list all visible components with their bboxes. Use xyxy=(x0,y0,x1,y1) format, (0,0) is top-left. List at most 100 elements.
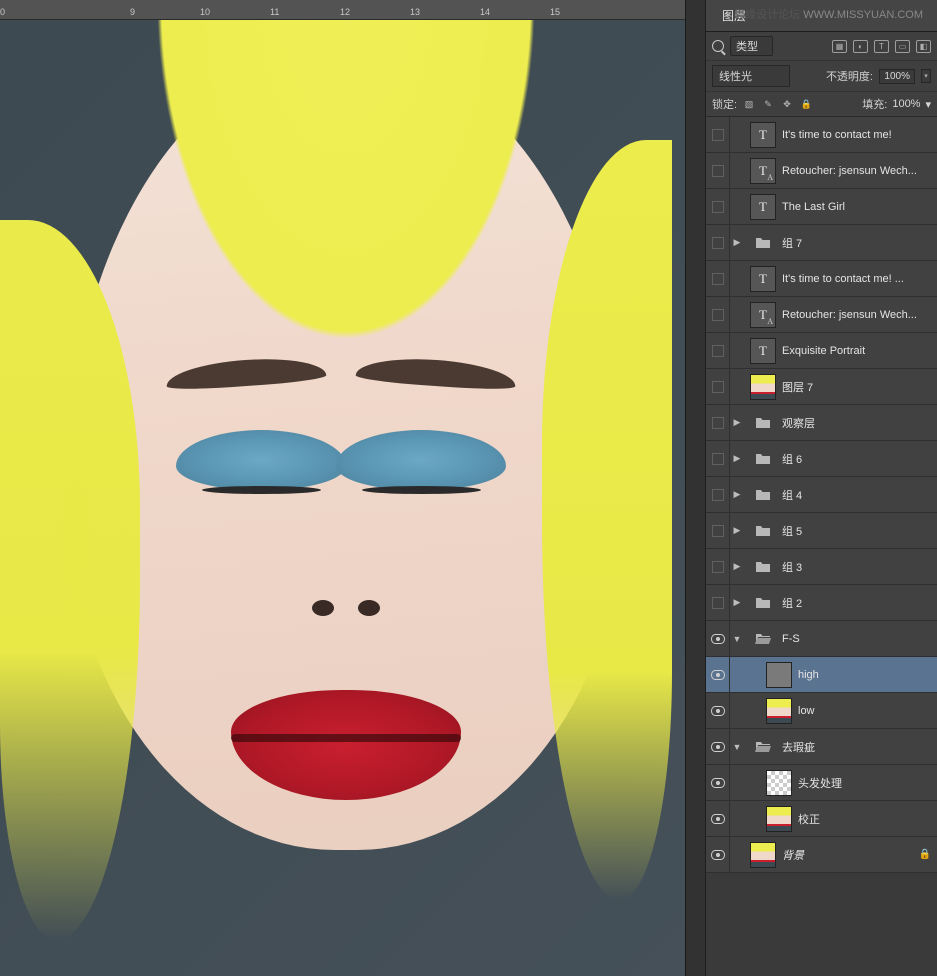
visibility-toggle[interactable] xyxy=(706,225,730,260)
visibility-toggle[interactable] xyxy=(706,693,730,728)
layer-row[interactable]: T Exquisite Portrait xyxy=(706,333,937,369)
visibility-toggle[interactable] xyxy=(706,513,730,548)
visibility-toggle[interactable] xyxy=(706,405,730,440)
layer-row[interactable]: T It's time to contact me! ... xyxy=(706,261,937,297)
layer-thumbnail[interactable]: T xyxy=(750,122,776,148)
lock-transparency-icon[interactable]: ▧ xyxy=(742,98,756,111)
fill-stepper[interactable]: ▾ xyxy=(925,98,931,111)
filter-smart-icon[interactable]: ◧ xyxy=(916,40,931,53)
layer-name[interactable]: 组 5 xyxy=(782,523,937,539)
layer-expand-toggle[interactable]: ▶ xyxy=(730,561,744,572)
layer-thumbnail[interactable] xyxy=(766,698,792,724)
document-canvas[interactable] xyxy=(0,20,685,976)
layer-name[interactable]: F-S xyxy=(782,633,937,645)
layer-name[interactable]: 组 7 xyxy=(782,235,937,251)
layer-expand-toggle[interactable]: ▶ xyxy=(730,453,744,464)
layer-expand-toggle[interactable]: ▶ xyxy=(730,489,744,500)
layer-row[interactable]: ▶ 组 2 xyxy=(706,585,937,621)
lock-pixels-icon[interactable]: ✎ xyxy=(761,98,775,111)
layer-expand-toggle[interactable]: ▶ xyxy=(730,237,744,248)
layer-expand-toggle[interactable]: ▶ xyxy=(730,417,744,428)
layer-row[interactable]: low xyxy=(706,693,937,729)
layer-name[interactable]: Retoucher: jsensun Wech... xyxy=(782,309,937,321)
layer-name[interactable]: 观察层 xyxy=(782,415,937,431)
visibility-toggle[interactable] xyxy=(706,585,730,620)
visibility-toggle[interactable] xyxy=(706,837,730,872)
layer-expand-toggle[interactable]: ▼ xyxy=(730,742,744,752)
lock-all-icon[interactable]: 🔒 xyxy=(799,98,813,111)
layer-thumbnail[interactable]: T xyxy=(750,338,776,364)
layer-name[interactable]: 图层 7 xyxy=(782,379,937,395)
layer-expand-toggle[interactable]: ▶ xyxy=(730,597,744,608)
layer-row[interactable]: 图层 7 xyxy=(706,369,937,405)
layer-thumbnail[interactable] xyxy=(750,482,776,508)
layer-name[interactable]: high xyxy=(798,669,937,681)
layer-name[interactable]: 去瑕疵 xyxy=(782,739,937,755)
layer-name[interactable]: It's time to contact me! ... xyxy=(782,273,937,285)
visibility-toggle[interactable] xyxy=(706,117,730,152)
visibility-toggle[interactable] xyxy=(706,441,730,476)
layer-name[interactable]: 组 6 xyxy=(782,451,937,467)
visibility-toggle[interactable] xyxy=(706,549,730,584)
layer-thumbnail[interactable] xyxy=(750,518,776,544)
layer-thumbnail[interactable] xyxy=(750,626,776,652)
visibility-toggle[interactable] xyxy=(706,369,730,404)
layer-row[interactable]: ▶组 4 xyxy=(706,477,937,513)
opacity-input[interactable]: 100% xyxy=(879,69,915,84)
layer-name[interactable]: Retoucher: jsensun Wech... xyxy=(782,165,937,177)
opacity-stepper[interactable]: ▾ xyxy=(921,69,931,83)
fill-input[interactable]: 100% xyxy=(892,98,920,110)
layer-name[interactable]: 组 3 xyxy=(782,559,937,575)
visibility-toggle[interactable] xyxy=(706,801,730,836)
layer-thumbnail[interactable] xyxy=(750,554,776,580)
filter-adjust-icon[interactable]: ◐ xyxy=(853,40,868,53)
layer-row[interactable]: ▶ 观察层 xyxy=(706,405,937,441)
layer-name[interactable]: 背景 xyxy=(782,847,917,863)
canvas-scrollbar[interactable] xyxy=(685,0,705,976)
layer-row[interactable]: 背景🔒 xyxy=(706,837,937,873)
layer-row[interactable]: high xyxy=(706,657,937,693)
layer-row[interactable]: ▶ 组 7 xyxy=(706,225,937,261)
visibility-toggle[interactable] xyxy=(706,729,730,764)
layer-name[interactable]: 校正 xyxy=(798,811,937,827)
filter-pixel-icon[interactable]: ▦ xyxy=(832,40,847,53)
layer-name[interactable]: Exquisite Portrait xyxy=(782,345,937,357)
layer-name[interactable]: The Last Girl xyxy=(782,201,937,213)
layer-thumbnail[interactable] xyxy=(750,230,776,256)
layer-thumbnail[interactable] xyxy=(766,662,792,688)
filter-type-dropdown[interactable]: 类型 xyxy=(730,36,773,56)
visibility-toggle[interactable] xyxy=(706,657,730,692)
layer-row[interactable]: TThe Last Girl xyxy=(706,189,937,225)
layer-thumbnail[interactable] xyxy=(750,446,776,472)
layer-row[interactable]: ▶ 组 6 xyxy=(706,441,937,477)
visibility-toggle[interactable] xyxy=(706,153,730,188)
layer-thumbnail[interactable] xyxy=(750,374,776,400)
layer-thumbnail[interactable] xyxy=(750,734,776,760)
layer-expand-toggle[interactable]: ▶ xyxy=(730,525,744,536)
layer-name[interactable]: It's time to contact me! xyxy=(782,129,937,141)
layer-row[interactable]: ▼ 去瑕疵 xyxy=(706,729,937,765)
layer-row[interactable]: ▼F-S xyxy=(706,621,937,657)
layer-thumbnail[interactable] xyxy=(750,842,776,868)
visibility-toggle[interactable] xyxy=(706,297,730,332)
visibility-toggle[interactable] xyxy=(706,765,730,800)
layer-thumbnail[interactable] xyxy=(750,410,776,436)
visibility-toggle[interactable] xyxy=(706,333,730,368)
layer-thumbnail[interactable] xyxy=(766,770,792,796)
layer-thumbnail[interactable]: T xyxy=(750,158,776,184)
visibility-toggle[interactable] xyxy=(706,261,730,296)
layer-name[interactable]: 头发处理 xyxy=(798,775,937,791)
layer-thumbnail[interactable]: T xyxy=(750,266,776,292)
layer-name[interactable]: low xyxy=(798,705,937,717)
lock-position-icon[interactable]: ✥ xyxy=(780,98,794,111)
layer-name[interactable]: 组 2 xyxy=(782,595,937,611)
visibility-toggle[interactable] xyxy=(706,477,730,512)
layer-row[interactable]: 校正 xyxy=(706,801,937,837)
layer-row[interactable]: T Retoucher: jsensun Wech... xyxy=(706,297,937,333)
visibility-toggle[interactable] xyxy=(706,621,730,656)
layer-row[interactable]: 头发处理 xyxy=(706,765,937,801)
layer-thumbnail[interactable] xyxy=(750,590,776,616)
blend-mode-dropdown[interactable]: 线性光 xyxy=(712,65,790,87)
visibility-toggle[interactable] xyxy=(706,189,730,224)
layer-thumbnail[interactable]: T xyxy=(750,302,776,328)
